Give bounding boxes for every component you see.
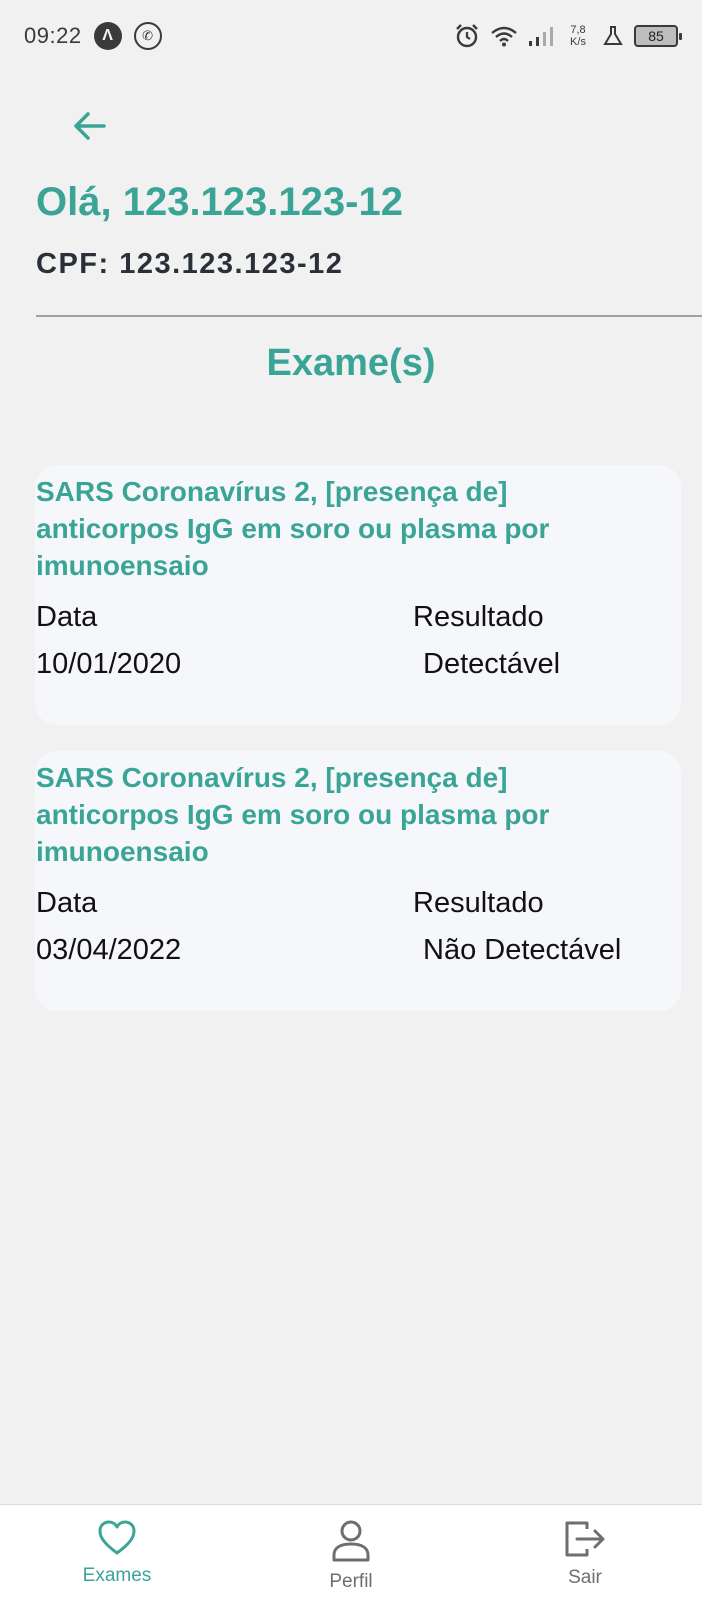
result-label: Resultado <box>413 601 544 633</box>
logout-icon <box>565 1521 605 1557</box>
result-value: Não Detectável <box>423 934 622 966</box>
date-label: Data <box>36 887 98 919</box>
exam-card[interactable]: SARS Coronavírus 2, [presença de] antico… <box>35 465 681 725</box>
person-icon <box>332 1520 370 1562</box>
net-speed-value: 7,8 <box>570 24 586 36</box>
net-speed-unit: K/s <box>570 36 586 48</box>
status-left: 09:22 Λ ✆ <box>24 22 162 50</box>
greeting: Olá, 123.123.123-12 <box>36 180 403 224</box>
arrow-left-icon <box>74 112 106 140</box>
divider <box>36 315 702 317</box>
nav-label: Perfil <box>329 1571 373 1592</box>
status-bar: 09:22 Λ ✆ 7,8 K/s 85 <box>0 0 702 72</box>
exam-list: SARS Coronavírus 2, [presença de] antico… <box>35 465 681 1037</box>
date-value: 03/04/2022 <box>36 934 182 966</box>
battery-icon: 85 <box>634 25 682 47</box>
wifi-icon <box>490 25 518 47</box>
flask-icon <box>602 25 624 47</box>
date-value: 10/01/2020 <box>36 648 182 680</box>
nav-item-perfil[interactable]: Perfil <box>234 1505 468 1600</box>
exam-title: SARS Coronavírus 2, [presença de] antico… <box>36 762 550 867</box>
exam-card[interactable]: SARS Coronavírus 2, [presença de] antico… <box>35 751 681 1011</box>
nav-label: Sair <box>568 1567 602 1588</box>
net-speed: 7,8 K/s <box>564 24 592 48</box>
back-button[interactable] <box>66 102 114 150</box>
status-right: 7,8 K/s 85 <box>454 23 682 49</box>
result-value: Detectável <box>423 648 561 680</box>
notification-a-icon: Λ <box>93 22 122 50</box>
nav-item-exames[interactable]: Exames <box>0 1505 234 1600</box>
cpf-label: CPF: 123.123.123-12 <box>36 248 344 280</box>
whatsapp-icon: ✆ <box>133 22 162 50</box>
alarm-icon <box>454 23 480 49</box>
exam-title: SARS Coronavírus 2, [presença de] antico… <box>36 476 550 581</box>
date-label: Data <box>36 601 98 633</box>
signal-icon <box>528 25 554 47</box>
section-title: Exame(s) <box>266 342 436 384</box>
result-label: Resultado <box>413 887 544 919</box>
status-time: 09:22 <box>24 23 82 48</box>
heart-icon <box>98 1520 136 1555</box>
nav-item-sair[interactable]: Sair <box>468 1505 702 1600</box>
bottom-nav: Exames Perfil Sair <box>0 1504 702 1600</box>
nav-label: Exames <box>82 1565 152 1586</box>
